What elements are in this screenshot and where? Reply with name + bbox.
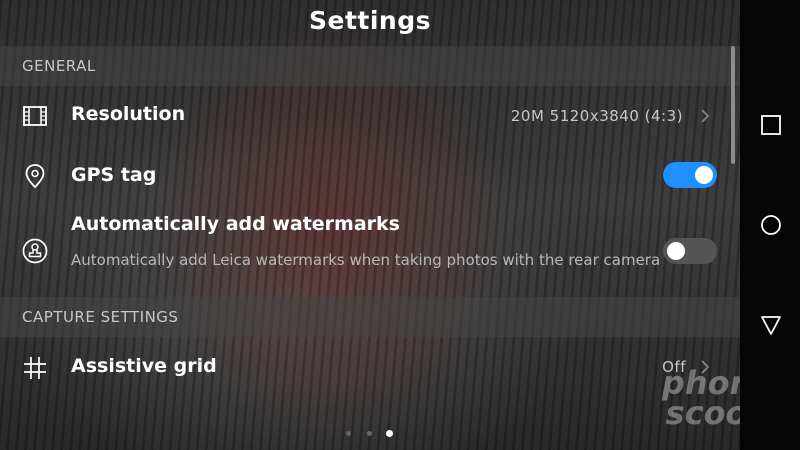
stamp-icon <box>22 238 48 264</box>
recent-apps-square-icon[interactable] <box>760 114 782 136</box>
watermark-description: Automatically add Leica watermarks when … <box>71 251 661 269</box>
page-indicator-dot <box>367 431 372 436</box>
toggle-knob <box>695 166 713 184</box>
back-triangle-icon[interactable] <box>760 314 782 336</box>
location-pin-icon <box>25 164 45 189</box>
gps-tag-label: GPS tag <box>71 164 157 186</box>
page-indicator-dot <box>346 431 351 436</box>
grid-hash-icon <box>24 357 46 379</box>
watermark-label: Automatically add watermarks <box>71 213 400 235</box>
page-title: Settings <box>308 6 431 35</box>
resolution-value: 20M 5120x3840 (4:3) <box>510 107 683 125</box>
gps-tag-toggle[interactable] <box>663 162 717 188</box>
toggle-knob <box>667 242 685 260</box>
scrollbar[interactable] <box>731 46 735 164</box>
home-circle-icon[interactable] <box>760 214 782 236</box>
assistive-grid-label: Assistive grid <box>71 355 217 377</box>
watermark-toggle[interactable] <box>663 238 717 264</box>
chevron-right-icon <box>701 109 710 123</box>
resolution-label: Resolution <box>71 103 186 125</box>
system-navigation-bar <box>740 0 800 450</box>
film-frame-icon <box>23 106 47 126</box>
section-header-general: GENERAL <box>0 46 740 86</box>
section-header-capture: CAPTURE SETTINGS <box>0 297 740 337</box>
page-indicator-dot-active <box>386 430 393 437</box>
